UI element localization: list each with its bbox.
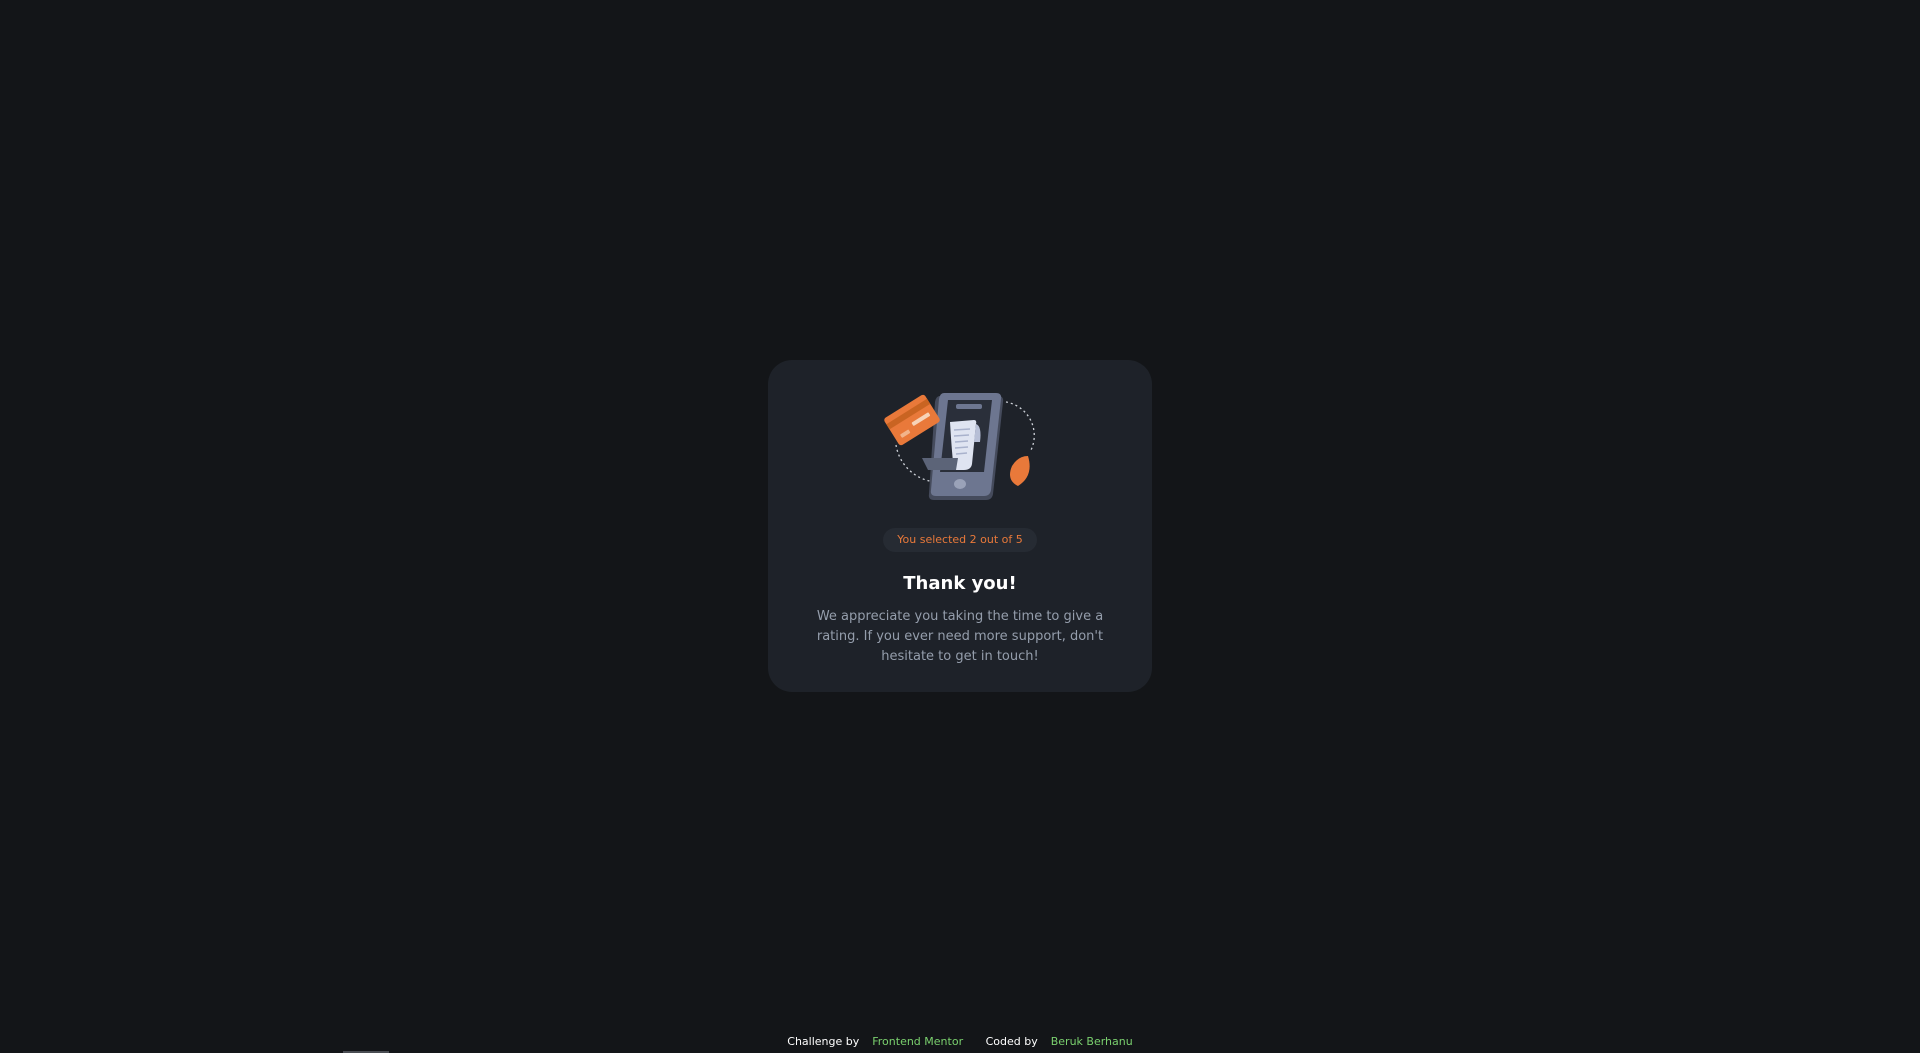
- challenge-label: Challenge by: [787, 1035, 860, 1048]
- attribution-footer: Challenge by Frontend Mentor Coded by Be…: [0, 1035, 1920, 1049]
- frontend-mentor-link[interactable]: Frontend Mentor: [872, 1035, 963, 1048]
- payment-phone-illustration-icon: [884, 393, 1035, 500]
- rating-selection-badge: You selected 2 out of 5: [883, 528, 1037, 552]
- thank-you-heading: Thank you!: [903, 573, 1017, 594]
- thank-you-message: We appreciate you taking the time to giv…: [816, 609, 1104, 664]
- author-link[interactable]: Beruk Berhanu: [1051, 1035, 1133, 1048]
- thank-you-card: You selected 2 out of 5 Thank you! We ap…: [768, 360, 1152, 692]
- coded-by-label: Coded by: [985, 1035, 1038, 1048]
